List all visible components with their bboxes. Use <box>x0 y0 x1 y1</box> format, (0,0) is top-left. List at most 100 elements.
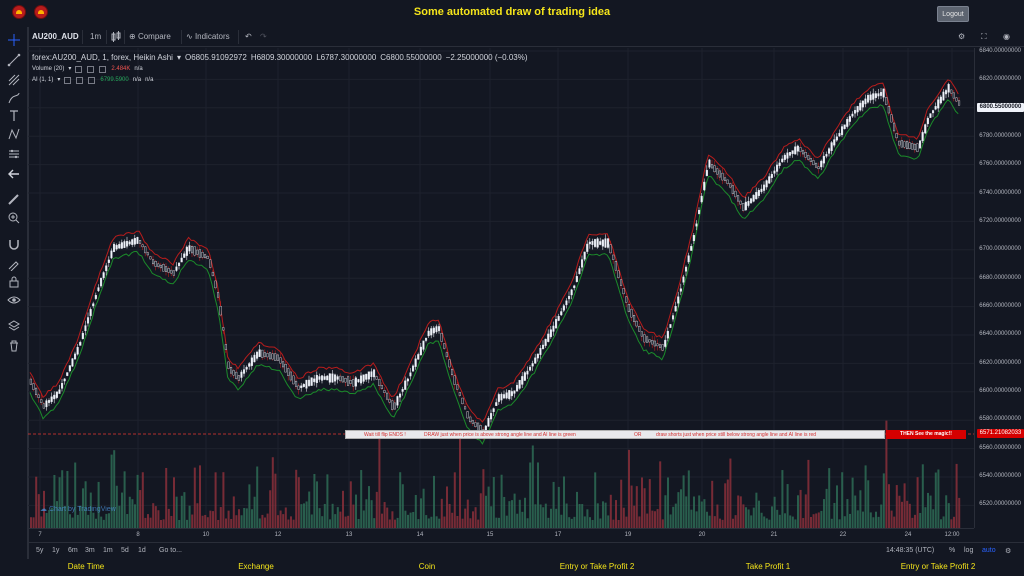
prediction-icon[interactable] <box>7 147 21 161</box>
redo-icon[interactable]: ↷ <box>260 31 267 43</box>
ai-indicator-label[interactable]: AI (1, 1) <box>32 75 53 86</box>
back-arrow-icon[interactable] <box>7 167 21 181</box>
ai-line-red <box>29 79 959 423</box>
camera-icon[interactable]: ◉ <box>1003 31 1010 43</box>
chevron-down-icon[interactable]: ▾ <box>68 64 71 75</box>
legend-high: H6809.30000000 <box>250 53 313 62</box>
annotation-text-4: draw shorts just when price still below … <box>656 432 817 438</box>
tradingview-watermark[interactable]: ☁ Chart by TradingView <box>40 505 116 513</box>
range-5d[interactable]: 5d <box>121 547 129 554</box>
brush-icon[interactable] <box>7 91 21 105</box>
current-price-label: 6800.55000000 <box>977 103 1024 112</box>
price-tick: 6680.00000000 <box>979 275 1021 281</box>
time-tick: 8 <box>136 532 140 538</box>
lock-icon[interactable] <box>7 275 21 289</box>
trend-line-icon[interactable] <box>7 53 21 67</box>
column-exchange: Exchange <box>238 562 274 571</box>
annotation-banner: Wait till flip ENDS ! DRAW just when pri… <box>345 430 885 439</box>
price-tick: 6600.00000000 <box>979 388 1021 394</box>
crosshair-icon[interactable] <box>7 33 21 47</box>
legend-close: C6800.55000000 <box>380 53 442 62</box>
compare-icon: ⊕ <box>129 32 136 41</box>
magnet-icon[interactable] <box>7 237 21 251</box>
indicators-icon: ∿ <box>186 32 193 41</box>
range-5y[interactable]: 5y <box>36 547 43 554</box>
zoom-in-icon[interactable] <box>7 211 21 225</box>
price-axis[interactable]: 6840.00000000 6820.00000000 6780.0000000… <box>974 48 1024 528</box>
interval-button[interactable]: 1m <box>90 31 101 43</box>
stay-drawing-icon[interactable] <box>7 257 21 272</box>
compare-button[interactable]: ⊕ Compare <box>129 31 171 43</box>
price-tick: 6640.00000000 <box>979 331 1021 337</box>
indicators-label: Indicators <box>194 32 230 41</box>
annotation-text-3: OR <box>634 432 642 438</box>
percent-toggle[interactable]: % <box>949 547 955 554</box>
ruler-icon[interactable] <box>7 193 21 207</box>
price-tick: 6660.00000000 <box>979 303 1021 309</box>
price-tick: 6560.00000000 <box>979 445 1021 451</box>
legend-low: L6787.30000000 <box>316 53 377 62</box>
logout-button[interactable]: Logout <box>937 6 969 22</box>
chart-legend: forex:AU200_AUD, 1, forex, Heikin Ashi ▾… <box>32 52 528 86</box>
time-tick: 19 <box>624 532 632 538</box>
volume-indicator-label[interactable]: Volume (20) <box>32 64 64 75</box>
price-tick: 6740.00000000 <box>979 190 1021 196</box>
fib-icon[interactable] <box>7 73 21 87</box>
time-tick: 12 <box>274 532 282 538</box>
chevron-down-icon[interactable]: ▾ <box>57 75 60 86</box>
ai-na-2: n/a <box>145 77 154 83</box>
legend-open: O6805.91092972 <box>184 53 247 62</box>
range-3m[interactable]: 3m <box>85 547 95 554</box>
layers-icon[interactable] <box>7 319 21 333</box>
range-1m[interactable]: 1m <box>103 547 113 554</box>
price-tick: 6520.00000000 <box>979 501 1021 507</box>
annotation-text-1: Wait till flip ENDS ! <box>364 432 406 438</box>
log-toggle[interactable]: log <box>964 547 973 554</box>
legend-symbol[interactable]: forex:AU200_AUD, 1, forex, Heikin Ashi <box>32 52 173 64</box>
range-1y[interactable]: 1y <box>52 547 59 554</box>
symbol-search[interactable]: AU200_AUD <box>32 31 79 43</box>
range-settings-icon[interactable]: ⚙ <box>1005 547 1011 555</box>
price-tick: 6820.00000000 <box>979 76 1021 82</box>
column-coin: Coin <box>418 562 436 571</box>
chart-style-icon[interactable] <box>111 31 121 43</box>
trash-icon[interactable] <box>7 339 21 353</box>
alert-price-label: 6571.21082033 <box>977 429 1024 438</box>
time-tick: 15 <box>486 532 494 538</box>
column-headers: Date Time Exchange Coin Entry or Take Pr… <box>0 559 1024 576</box>
column-take-profit-1: Take Profit 1 <box>745 562 791 571</box>
price-tick: 6780.00000000 <box>979 133 1021 139</box>
time-tick: 21 <box>770 532 778 538</box>
price-tick: 6540.00000000 <box>979 473 1021 479</box>
eye-icon[interactable] <box>7 293 21 307</box>
pattern-icon[interactable] <box>7 127 21 141</box>
time-tick: 17 <box>554 532 562 538</box>
ai-na-1: n/a <box>132 77 142 83</box>
fullscreen-icon[interactable]: ⛶ <box>981 31 987 43</box>
price-tick: 6700.00000000 <box>979 246 1021 252</box>
volume-value: 2.484K <box>111 66 131 72</box>
goto-button[interactable]: Go to... <box>159 547 182 554</box>
auto-toggle[interactable]: auto <box>982 547 996 554</box>
cloud-icon: ☁ <box>40 506 47 513</box>
volume-na: n/a <box>134 66 143 72</box>
page-title: Some automated draw of trading idea <box>413 6 611 18</box>
text-icon[interactable] <box>7 109 21 123</box>
legend-dropdown-icon[interactable]: ▾ <box>177 52 181 64</box>
time-tick: 10 <box>202 532 210 538</box>
clock: 14:48:35 (UTC) <box>886 547 935 554</box>
indicators-button[interactable]: ∿ Indicators <box>186 31 230 43</box>
undo-icon[interactable]: ↶ <box>245 31 252 43</box>
watermark-text: Chart by TradingView <box>48 506 116 513</box>
range-6m[interactable]: 6m <box>68 547 78 554</box>
settings-gear-icon[interactable]: ⚙ <box>958 31 965 43</box>
chart-toolbar: AU200_AUD 1m ⊕ Compare ∿ Indicators ↶ ↷ … <box>28 27 1024 47</box>
time-axis[interactable]: 7 8 10 12 13 14 15 17 19 20 21 22 24 12:… <box>28 528 974 542</box>
range-1d[interactable]: 1d <box>138 547 146 554</box>
price-chart[interactable] <box>28 48 974 528</box>
time-tick: 13 <box>345 532 353 538</box>
app-window: Some automated draw of trading idea Logo… <box>0 0 1024 576</box>
legend-change: −2.25000000 (−0.03%) <box>445 53 528 62</box>
price-tick: 6620.00000000 <box>979 360 1021 366</box>
time-tick: 7 <box>38 532 42 538</box>
